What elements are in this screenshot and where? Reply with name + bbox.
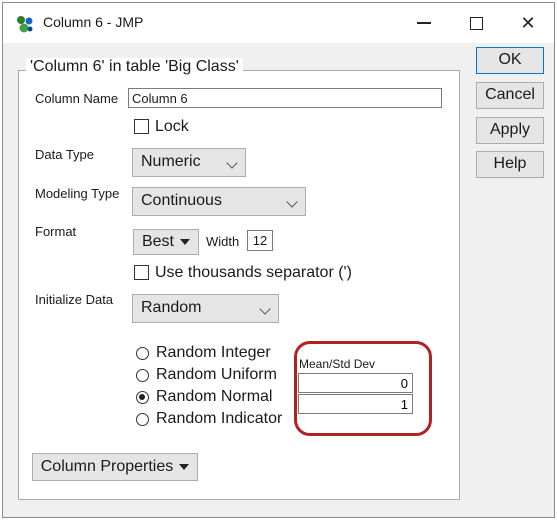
initialize-data-label: Initialize Data [35,292,114,307]
modeling-type-select[interactable]: Continuous [132,187,306,216]
radio-label: Random Indicator [156,410,283,427]
width-input[interactable] [247,230,273,251]
column-properties-label: Column Properties [40,458,174,475]
radio-label: Random Uniform [156,366,277,383]
radio-indicator [136,412,149,426]
help-button[interactable]: Help [476,151,544,178]
radio-random-normal[interactable]: Random Normal [136,388,272,406]
chevron-down-icon [286,196,298,208]
data-type-label: Data Type [35,147,95,162]
format-menu-button[interactable]: Best [133,229,199,255]
chevron-down-icon [259,303,271,315]
jmp-app-icon [17,16,33,33]
radio-random-integer[interactable]: Random Integer [136,344,271,362]
format-value: Best [141,233,174,250]
thousands-separator-checkbox[interactable] [134,265,149,280]
lock-checkbox[interactable] [134,119,149,134]
initialize-data-select[interactable]: Random [132,294,279,323]
radio-label: Random Integer [156,344,271,361]
radio-indicator [136,346,149,360]
ok-button[interactable]: OK [476,47,544,74]
minimize-icon [417,22,431,24]
format-label: Format [35,224,77,239]
radio-label: Random Normal [156,388,273,405]
minimize-button[interactable] [401,7,447,39]
data-type-value: Numeric [141,153,201,170]
column-name-label: Column Name [35,91,119,106]
initialize-data-value: Random [141,299,202,316]
window-title: Column 6 - JMP [43,14,144,30]
chevron-down-icon [226,157,238,169]
data-type-select[interactable]: Numeric [132,148,246,177]
width-label: Width [206,234,240,249]
cancel-label: Cancel [485,86,535,103]
apply-button[interactable]: Apply [476,117,544,144]
triangle-down-icon [180,238,190,245]
modeling-type-label: Modeling Type [35,186,120,201]
column-properties-button[interactable]: Column Properties [32,453,198,481]
panel-title: 'Column 6' in table 'Big Class' [26,58,243,76]
maximize-button[interactable] [453,7,499,39]
maximize-icon [469,16,483,30]
help-label: Help [493,155,527,172]
lock-label: Lock [155,118,189,135]
radio-random-indicator[interactable]: Random Indicator [136,410,282,428]
radio-random-uniform[interactable]: Random Uniform [136,366,277,384]
ok-label: OK [498,51,522,68]
radio-indicator-selected [136,390,149,404]
column-name-input[interactable] [128,88,442,108]
cancel-button[interactable]: Cancel [476,82,544,109]
apply-label: Apply [489,121,531,138]
thousands-separator-label: Use thousands separator (') [155,264,352,281]
title-bar: Column 6 - JMP ✕ [3,3,554,43]
modeling-type-value: Continuous [141,192,222,209]
triangle-down-icon [179,463,190,470]
radio-indicator [136,368,149,382]
highlight-annotation [294,341,432,436]
close-button[interactable]: ✕ [505,7,551,39]
close-icon: ✕ [520,12,536,33]
